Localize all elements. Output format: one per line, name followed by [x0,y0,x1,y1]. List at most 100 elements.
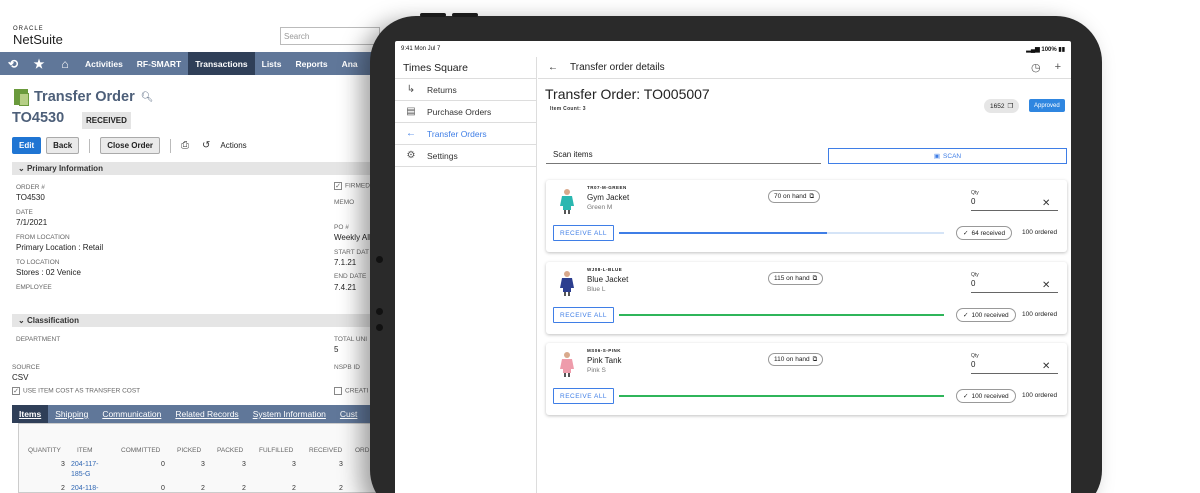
page-title-text: Transfer Order [34,89,135,105]
check-icon: ✓ [963,393,969,400]
sidebar: Times Square ↳ Returns ▤ Purchase Orders ←… [395,57,537,493]
tab-system-information[interactable]: System Information [246,405,333,423]
camera-icon: ▣ [933,153,941,160]
classification-label: Classification [26,316,79,325]
classification-header[interactable]: ⌄ Classification [12,314,382,327]
on-hand-label: 70 on hand [774,193,807,200]
nav-rf-smart[interactable]: RF-SMART [130,52,188,75]
sidebar-item-purchase-orders[interactable]: ▤ Purchase Orders [395,101,536,123]
on-hand-label: 115 on hand [774,275,810,282]
gear-icon: ⚙ [406,150,416,161]
qty-label: Qty [971,272,979,278]
employee-label: EMPLOYEE [16,284,52,291]
qty-label: Qty [971,353,979,359]
nav-reports[interactable]: Reports [288,52,334,75]
received-label: 64 received [971,229,1006,237]
table-row[interactable]: 2 204-118- 0 2 2 2 2 [19,485,381,493]
close-order-button[interactable]: Close Order [100,137,161,154]
create-label: CREATI [345,387,369,395]
add-icon[interactable]: + [1055,61,1061,74]
netsuite-logo: ORACLE NetSuite [13,26,63,46]
nav-analytics[interactable]: Ana [335,52,365,75]
row-item-link[interactable]: 204-117- [71,461,99,468]
sidebar-item-label: Transfer Orders [427,128,487,139]
date-value: 7/1/2021 [16,218,48,227]
primary-info-header[interactable]: ⌄ Primary Information [12,162,382,175]
create-checkbox[interactable]: CREATI [334,387,368,395]
row-picked: 2 [201,485,205,492]
item-sku: MS06-S-PINK [587,348,622,353]
sidebar-item-label: Purchase Orders [427,106,492,117]
record-id: TO4530 [12,110,65,126]
row-item-link-2[interactable]: 185-G [71,471,90,478]
firmed-checkbox[interactable]: ✓ FIRMED [334,182,370,190]
ordered-label: 100 ordered [1022,311,1058,318]
source-value: CSV [12,373,29,382]
logo-netsuite: NetSuite [13,32,63,47]
tab-related-records[interactable]: Related Records [168,405,245,423]
order-label: ORDER # [16,184,45,191]
tab-items[interactable]: Items [12,405,49,423]
search-icon[interactable]: 🔍︎ [141,92,154,103]
clear-icon[interactable]: ✕ [1042,280,1050,291]
star-icon[interactable]: ★ [26,57,52,71]
tab-shipping[interactable]: Shipping [48,405,95,423]
item-card: MS06-S-PINK Pink Tank Pink S 110 on hand… [546,343,1067,415]
col-fulfilled: FULFILLED [259,447,294,454]
row-fulfilled: 3 [292,461,296,468]
col-quantity: QUANTITY [28,447,61,454]
count-pill[interactable]: 1652 ❐ [984,99,1020,113]
row-packed: 3 [242,461,246,468]
box-icon: ⧉ [812,355,818,363]
page-title: Transfer Order 🔍︎ [14,89,154,106]
table-row[interactable]: 3 204-117- 185-G 0 3 3 3 3 [19,461,381,478]
box-icon: ⧉ [812,274,818,282]
clear-icon[interactable]: ✕ [1042,198,1050,209]
camera-dot [376,324,383,331]
row-committed: 0 [161,485,165,492]
refresh-icon[interactable]: ↺ [202,140,210,151]
edit-button[interactable]: Edit [12,137,42,154]
recent-icon[interactable]: ⟲ [0,57,26,71]
global-search-input[interactable]: Search [280,27,380,45]
tab-custom[interactable]: Cust [333,405,364,423]
use-item-cost-checkbox[interactable]: ✓ USE ITEM COST AS TRANSFER COST [12,387,140,395]
home-icon[interactable]: ⌂ [52,57,78,71]
row-committed: 0 [161,461,165,468]
total-units-value: 5 [334,345,339,354]
product-thumbnail [558,351,576,377]
col-committed: COMMITTED [121,447,161,454]
scan-items-input[interactable]: Scan items [546,148,821,164]
record-toolbar: Edit Back Close Order ⎙ ↺ Actions [12,137,247,154]
sidebar-item-returns[interactable]: ↳ Returns [395,79,536,101]
sidebar-item-transfer-orders[interactable]: ← Transfer Orders [395,123,536,145]
row-packed: 2 [242,485,246,492]
history-icon[interactable]: ◷ [1031,61,1041,74]
receive-all-button[interactable]: RECEIVE ALL [553,225,615,241]
row-item-link[interactable]: 204-118- [71,485,99,492]
nav-activities[interactable]: Activities [78,52,130,75]
back-button[interactable]: Back [46,137,80,154]
nav-transactions[interactable]: Transactions [188,52,255,75]
approved-badge: Approved [1029,99,1065,112]
check-icon: ✓ [963,312,969,319]
scan-button[interactable]: ▣ SCAN [828,148,1067,164]
status-badge: RECEIVED [82,112,131,129]
back-arrow-icon[interactable]: ← [548,62,558,73]
tab-communication[interactable]: Communication [95,405,168,423]
from-location-label: FROM LOCATION [16,234,70,241]
sidebar-item-settings[interactable]: ⚙ Settings [395,145,536,167]
nav-lists[interactable]: Lists [255,52,289,75]
receive-all-button[interactable]: RECEIVE ALL [553,307,615,323]
receive-all-button[interactable]: RECEIVE ALL [553,388,615,404]
print-icon[interactable]: ⎙ [181,140,189,151]
to-location-value: Stores : 02 Venice [16,268,81,277]
actions-menu[interactable]: Actions [220,141,246,150]
subtabs: Items Shipping Communication Related Rec… [12,405,382,423]
progress-fill [619,395,944,397]
sidebar-item-label: Returns [427,84,457,95]
clear-icon[interactable]: ✕ [1042,361,1050,372]
from-location-value: Primary Location : Retail [16,243,104,252]
store-name: Times Square [395,57,536,79]
col-picked: PICKED [177,447,202,454]
